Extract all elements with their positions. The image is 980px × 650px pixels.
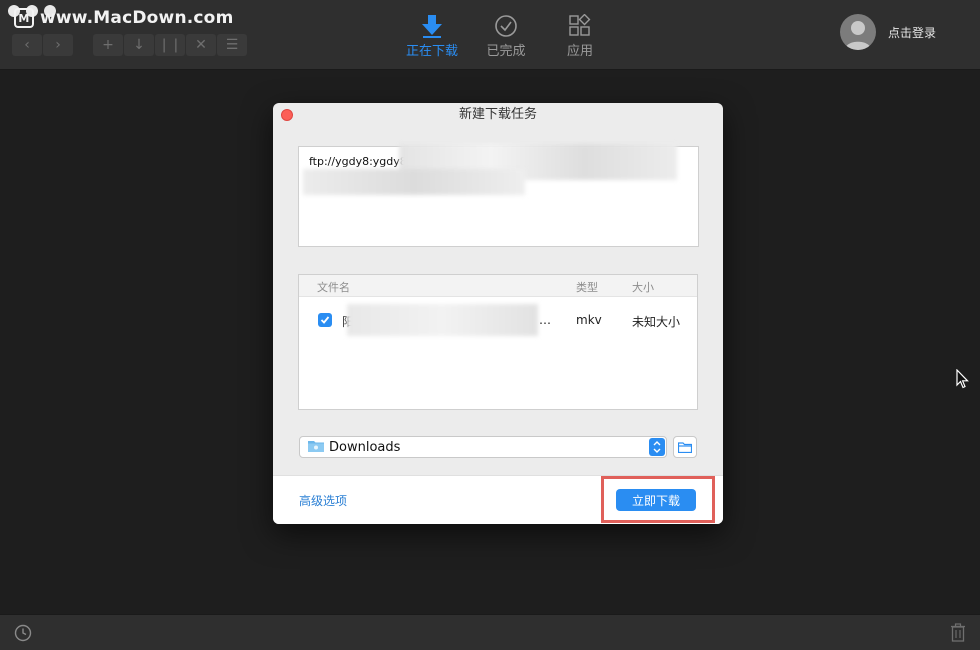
start-download-now-button[interactable]: 立即下载: [616, 489, 696, 511]
delete-task-button[interactable]: ✕: [186, 34, 216, 56]
tab-apps[interactable]: 应用: [548, 12, 612, 59]
pause-button[interactable]: ❘❘: [155, 34, 185, 56]
file-name-ellipsis: …: [539, 313, 551, 327]
tab-completed[interactable]: 已完成: [474, 12, 538, 59]
mouse-cursor-icon: [956, 368, 970, 393]
redacted-area: [303, 169, 525, 195]
start-download-button[interactable]: ↓: [124, 34, 154, 56]
save-path-row: Downloads: [299, 436, 697, 458]
file-checkbox[interactable]: [318, 313, 332, 327]
download-arrow-icon: [421, 12, 443, 40]
tab-downloading-label: 正在下载: [405, 44, 458, 59]
back-button[interactable]: ‹: [12, 34, 42, 56]
tab-completed-label: 已完成: [486, 44, 526, 59]
browse-folder-button[interactable]: [673, 436, 697, 458]
forward-button[interactable]: ›: [43, 34, 73, 56]
file-type: mkv: [576, 313, 602, 327]
tab-apps-label: 应用: [566, 44, 593, 59]
folder-icon: [308, 439, 324, 456]
dialog-close-button[interactable]: [281, 109, 293, 121]
dialog-title: 新建下载任务: [458, 107, 537, 122]
column-type: 类型: [576, 281, 598, 294]
save-path-select[interactable]: Downloads: [299, 436, 667, 458]
toolbar-buttons: ‹ › + ↓ ❘❘ ✕ ☰: [12, 34, 247, 56]
folder-open-icon: [678, 441, 692, 453]
url-text: ftp://ygdy8:ygdy8: [309, 155, 407, 168]
redacted-area: [347, 304, 538, 336]
apps-grid-icon: [568, 12, 592, 40]
sort-list-button[interactable]: ☰: [217, 34, 247, 56]
column-size: 大小: [632, 281, 654, 294]
advanced-options-link[interactable]: 高级选项: [299, 492, 347, 509]
save-path-value: Downloads: [329, 439, 401, 455]
select-stepper-icon[interactable]: [649, 438, 665, 456]
clock-icon[interactable]: [14, 624, 32, 646]
file-list-header: 文件名 类型 大小: [299, 275, 697, 297]
file-list: 文件名 类型 大小 阳 … mkv 未知大小: [298, 274, 698, 410]
file-size: 未知大小: [632, 315, 681, 329]
login-label[interactable]: 点击登录: [888, 24, 936, 41]
file-row[interactable]: 阳 … mkv 未知大小: [299, 297, 697, 341]
url-input[interactable]: ftp://ygdy8:ygdy8: [298, 144, 699, 247]
main-tabs: 正在下载 已完成 应用: [400, 12, 612, 59]
watermark-text: www.MacDown.com: [40, 8, 234, 28]
user-login[interactable]: 点击登录: [839, 14, 936, 50]
new-download-dialog: 新建下载任务 ftp://ygdy8:ygdy8 文件名 类型 大小 阳 … m…: [273, 103, 723, 524]
watermark: M www.MacDown.com: [14, 8, 233, 28]
bottom-bar: [0, 614, 980, 650]
top-toolbar: M www.MacDown.com ‹ › + ↓ ❘❘ ✕ ☰ 正在下载 已完…: [0, 0, 980, 70]
check-circle-icon: [494, 12, 518, 40]
tab-downloading[interactable]: 正在下载: [400, 12, 464, 59]
avatar[interactable]: [839, 14, 876, 50]
add-task-button[interactable]: +: [93, 34, 123, 56]
column-filename: 文件名: [317, 281, 350, 294]
trash-icon[interactable]: [950, 623, 966, 646]
dialog-footer: 高级选项 立即下载: [273, 475, 723, 524]
watermark-logo-icon: M: [14, 8, 34, 28]
